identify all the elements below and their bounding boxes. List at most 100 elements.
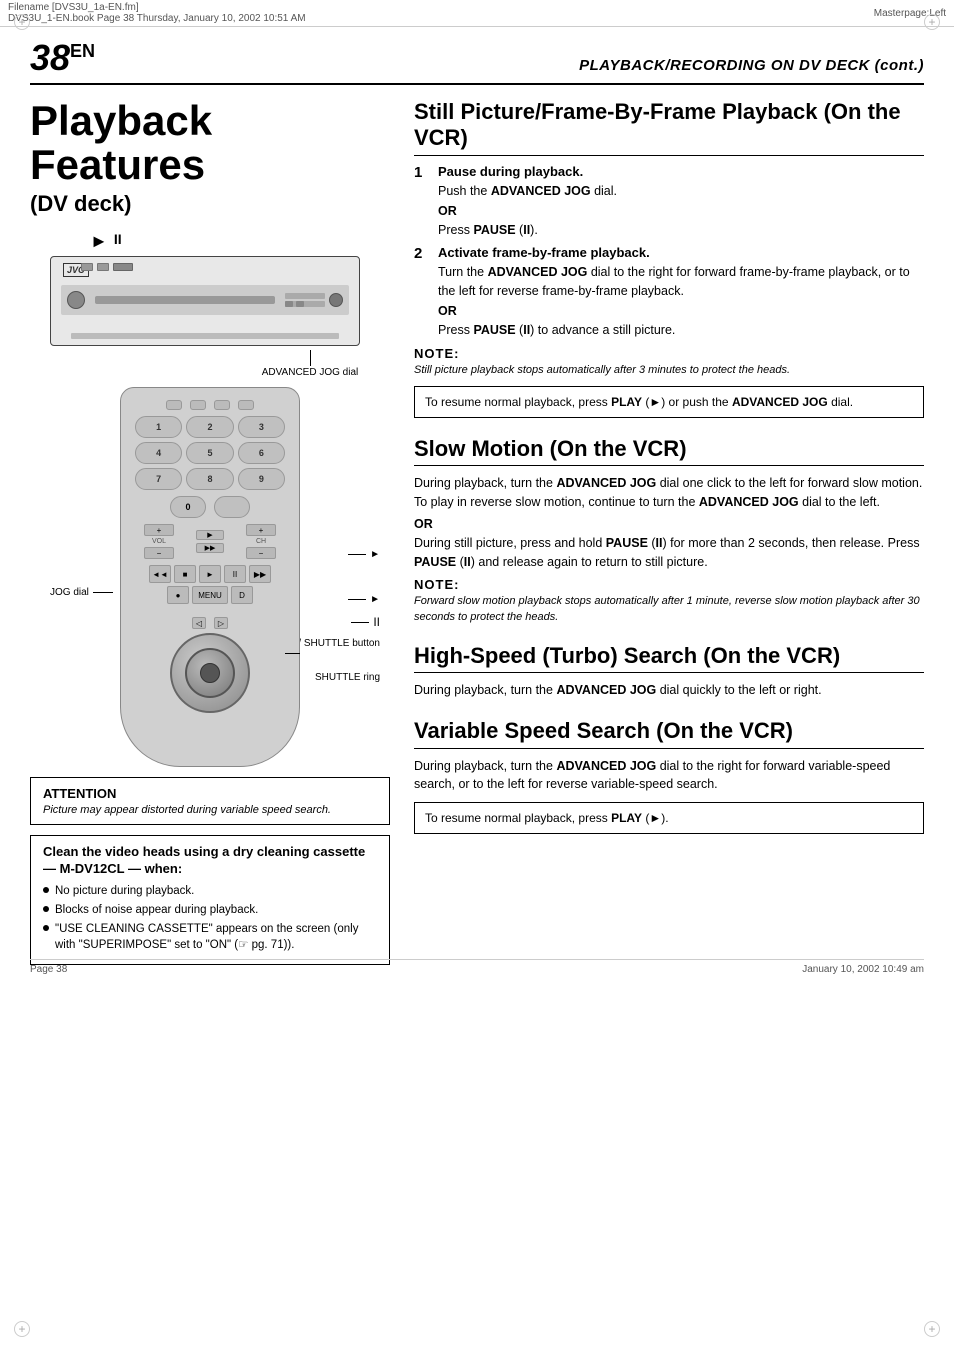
jog-arrows-row: ◁ ▷: [192, 617, 228, 629]
jog-shuttle-btn-label-area: [285, 653, 300, 654]
footer-right: January 10, 2002 10:49 am: [802, 964, 924, 975]
remote-center-2: ▶▶: [196, 543, 224, 553]
remote-btn-3: [214, 400, 230, 410]
clean-item-1: No picture during playback.: [43, 883, 377, 899]
remote-num-9: 9: [238, 468, 285, 490]
remote-numpad: 1 2 3 4 5 6 7 8 9: [121, 410, 299, 496]
header-bar: Filename [DVS3U_1a-EN.fm] DVS3U_1-EN.boo…: [0, 0, 954, 27]
section-variable-speed: Variable Speed Search (On the VCR) Durin…: [414, 718, 924, 834]
remote-transport-section: ◄◄ ■ ► II ▶▶ ● MENU D: [121, 561, 299, 611]
remote-rewind: ◄◄: [149, 565, 171, 583]
remote-ch-minus: −: [246, 547, 276, 559]
bullet-2: [43, 906, 49, 912]
vcr-button-2: [97, 263, 109, 271]
clean-title: Clean the video heads using a dry cleani…: [43, 844, 377, 878]
remote-num-1: 1: [135, 416, 182, 438]
jog-dial: [185, 648, 235, 698]
clean-item-3: "USE CLEANING CASSETTE" appears on the s…: [43, 921, 377, 953]
section2-note-label: NOTE:: [414, 577, 924, 592]
section2-or: OR: [414, 517, 924, 531]
remote-wrapper: JOG dial ► ►: [30, 387, 390, 767]
remote-center-btns: ▶ ▶▶: [196, 524, 224, 559]
label-jog-dial: JOG dial: [50, 587, 113, 598]
vcr-slot-top: [113, 263, 133, 271]
step-2-or: OR: [438, 304, 924, 318]
section3-title: High-Speed (Turbo) Search (On the VCR): [414, 643, 924, 673]
remote-btn-2: [190, 400, 206, 410]
attention-box: ATTENTION Picture may appear distorted d…: [30, 777, 390, 825]
footer-left: Page 38: [30, 964, 67, 975]
step-2-heading: Activate frame-by-frame playback.: [438, 245, 924, 260]
remote-rec: ●: [167, 586, 189, 604]
remote-display: D: [231, 586, 253, 604]
step-1-or: OR: [438, 204, 924, 218]
vcr-control-row2: [285, 301, 325, 307]
playback-arrow-indicator: ►II: [90, 231, 390, 252]
file-info-label: DVS3U_1-EN.book Page 38 Thursday, Januar…: [8, 13, 306, 24]
left-column: Playback Features (DV deck) ►II JVC: [30, 99, 390, 965]
vcr-control-strip: [61, 285, 349, 315]
remote-center-1: ▶: [196, 530, 224, 540]
adv-jog-label-area: ADVANCED JOG dial: [230, 350, 390, 379]
remote-num-8: 8: [186, 468, 233, 490]
section1-info-box: To resume normal playback, press PLAY (►…: [414, 386, 924, 418]
vcr-tape-slot: [95, 296, 275, 304]
attention-title: ATTENTION: [43, 786, 377, 801]
section-title-header: PLAYBACK/RECORDING ON DV DECK (cont.): [579, 57, 924, 74]
step-1-text2: Press PAUSE (II).: [438, 221, 924, 240]
step-1-num: 1: [414, 164, 432, 240]
section-still-picture: Still Picture/Frame-By-Frame Playback (O…: [414, 99, 924, 418]
vcr-button-1: [81, 263, 93, 271]
filename-label: Filename [DVS3U_1a-EN.fm]: [8, 2, 306, 13]
page-number: 38EN: [30, 37, 95, 79]
section4-resume-box: To resume normal playback, press PLAY (►…: [414, 802, 924, 834]
step-2: 2 Activate frame-by-frame playback. Turn…: [414, 245, 924, 339]
remote-vol-section: + VOL − ▶ ▶▶ + CH −: [121, 522, 299, 561]
step-2-content: Activate frame-by-frame playback. Turn t…: [438, 245, 924, 339]
vcr-knob-left: [67, 291, 85, 309]
step-2-num: 2: [414, 245, 432, 339]
adv-jog-arrow-line: [310, 350, 311, 366]
section1-note-label: NOTE:: [414, 346, 924, 361]
remote-misc-btn: [214, 496, 250, 518]
attention-text: Picture may appear distorted during vari…: [43, 804, 377, 816]
step-2-text: Turn the ADVANCED JOG dial to the right …: [438, 263, 924, 301]
remote-stop: ■: [174, 565, 196, 583]
remote-jog-shuttle-area: ◁ ▷: [121, 611, 299, 713]
device-area: ►II JVC: [30, 231, 390, 767]
remote-ffwd: ▶▶: [249, 565, 271, 583]
step-2-text2: Press PAUSE (II) to advance a still pict…: [438, 321, 924, 340]
section1-note-text: Still picture playback stops automatical…: [414, 363, 924, 378]
section2-text: During playback, turn the ADVANCED JOG d…: [414, 474, 924, 512]
corner-mark-bl: [14, 1321, 30, 1337]
vcr-top-unit: JVC: [50, 256, 360, 346]
remote-num-0: 0: [170, 496, 206, 518]
jog-right-arrow: ▷: [214, 617, 228, 629]
remote-num-7: 7: [135, 468, 182, 490]
remote-top-row: [121, 388, 299, 410]
section3-text: During playback, turn the ADVANCED JOG d…: [414, 681, 924, 700]
remote-play: ►: [199, 565, 221, 583]
remote-btn-4: [238, 400, 254, 410]
remote-vol-group-1: + VOL −: [144, 524, 174, 559]
shuttle-jog-stack: [170, 633, 250, 713]
section2-text2: During still picture, press and hold PAU…: [414, 534, 924, 572]
remote-num-4: 4: [135, 442, 182, 464]
main-heading: Playback Features: [30, 99, 390, 187]
vcr-bottom-strip: [71, 333, 339, 339]
right-column: Still Picture/Frame-By-Frame Playback (O…: [414, 99, 924, 965]
vcr-control-row1: [285, 293, 325, 299]
bullet-1: [43, 887, 49, 893]
remote-transport-row-2: ● MENU D: [131, 586, 289, 604]
remote-menu: MENU: [192, 586, 228, 604]
remote-num-6: 6: [238, 442, 285, 464]
remote-btn-1: [166, 400, 182, 410]
page-title-row: 38EN PLAYBACK/RECORDING ON DV DECK (cont…: [30, 37, 924, 85]
step-1-text: Push the ADVANCED JOG dial.: [438, 182, 924, 201]
remote-pause: II: [224, 565, 246, 583]
vcr-knob-right: [329, 293, 343, 307]
footer-bar: Page 38 January 10, 2002 10:49 am: [30, 959, 924, 975]
sub-heading: (DV deck): [30, 191, 390, 217]
remote-num-5: 5: [186, 442, 233, 464]
remote-vol-group-2: + CH −: [246, 524, 276, 559]
